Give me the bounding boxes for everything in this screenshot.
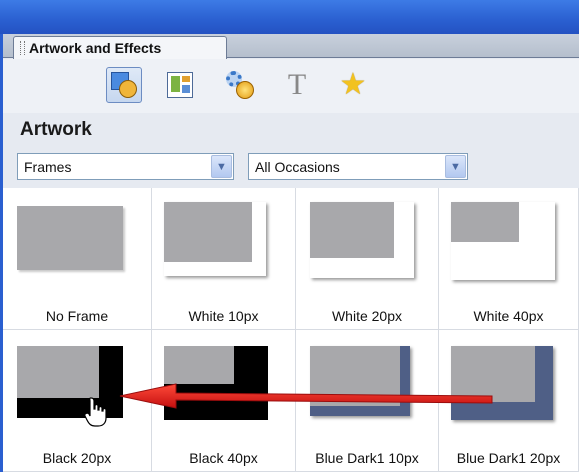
frame-thumbnail [17, 206, 123, 270]
frame-label: Black 40px [189, 450, 258, 466]
effects-icon [226, 71, 254, 99]
section-title: Artwork [20, 119, 92, 140]
frame-label: Blue Dark1 20px [456, 450, 561, 466]
layout-icon [167, 72, 193, 98]
frame-tile-white-40px[interactable]: White 40px [439, 188, 579, 330]
text-tool-button[interactable]: T [279, 67, 315, 103]
frame-thumbnail [164, 202, 266, 276]
category-select[interactable]: Frames ▼ [17, 153, 234, 180]
frame-tile-blue-dark1-20px[interactable]: Blue Dark1 20px [439, 330, 579, 472]
chevron-down-icon[interactable]: ▼ [445, 155, 466, 178]
artwork-tool-button[interactable] [106, 67, 142, 103]
star-icon: ★ [339, 68, 367, 101]
artwork-icon [111, 72, 137, 98]
frames-grid: No Frame White 10px White 20px White 40p… [3, 188, 579, 472]
frame-label: White 10px [188, 308, 259, 324]
frame-tile-black-40px[interactable]: Black 40px [152, 330, 296, 472]
text-icon: T [287, 68, 307, 101]
tab-grip-icon[interactable] [20, 41, 25, 55]
frame-label: White 20px [331, 308, 403, 324]
frame-tile-white-20px[interactable]: White 20px [296, 188, 439, 330]
frame-thumbnail [164, 346, 268, 420]
favorites-tool-button[interactable]: ★ [335, 67, 371, 103]
frame-tile-black-20px[interactable]: Black 20px [3, 330, 152, 472]
category-select-value: Frames [24, 158, 72, 175]
frame-label: White 40px [473, 308, 544, 324]
frame-thumbnail [451, 202, 555, 280]
frame-tile-blue-dark1-10px[interactable]: Blue Dark1 10px [296, 330, 439, 472]
frame-label: No Frame [45, 308, 109, 324]
occasion-select-value: All Occasions [255, 158, 340, 175]
effects-tool-button[interactable] [222, 67, 258, 103]
tab-artwork-and-effects[interactable]: Artwork and Effects [13, 36, 227, 59]
frame-tile-no-frame[interactable]: No Frame [3, 188, 152, 330]
frame-tile-white-10px[interactable]: White 10px [152, 188, 296, 330]
frame-thumbnail [17, 346, 123, 418]
chevron-down-icon[interactable]: ▼ [211, 155, 232, 178]
frame-thumbnail [310, 346, 410, 416]
window-title-bar [0, 0, 579, 34]
occasion-select[interactable]: All Occasions ▼ [248, 153, 468, 180]
frame-thumbnail [310, 202, 414, 278]
tab-label: Artwork and Effects [29, 40, 162, 56]
panel-tab-strip: Artwork and Effects [3, 34, 579, 59]
panel-toolbar: T ★ [3, 59, 579, 113]
frame-thumbnail [451, 346, 553, 420]
frame-label: Black 20px [42, 450, 112, 466]
frame-label: Blue Dark1 10px [315, 450, 419, 466]
layout-tool-button[interactable] [162, 67, 198, 103]
